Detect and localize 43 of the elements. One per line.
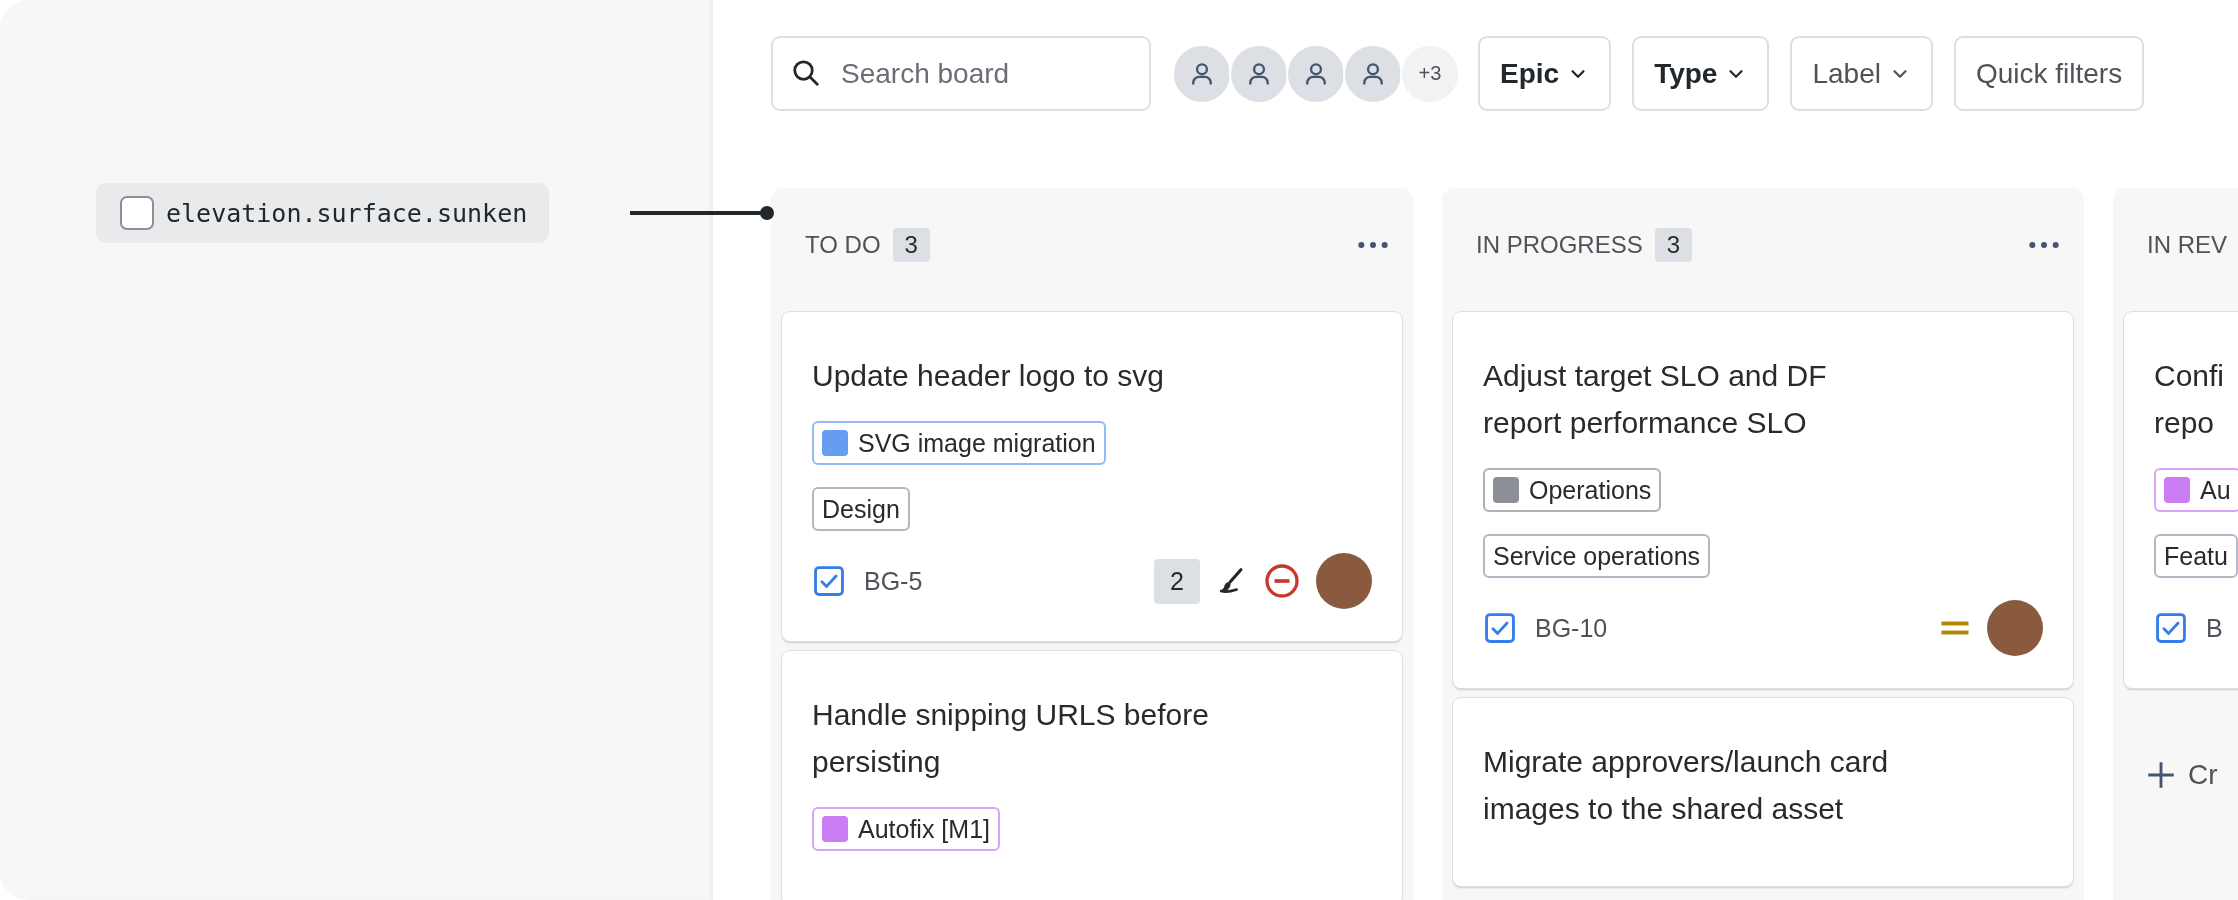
card-title: Confi repo <box>2154 358 2226 441</box>
token-name: elevation.surface.sunken <box>166 198 528 228</box>
story-points: 2 <box>1154 558 1200 604</box>
label-tag: Service operations <box>1483 534 1711 578</box>
column-title: IN REV <box>2147 231 2227 259</box>
filter-button[interactable]: Quick filters <box>1953 36 2145 111</box>
avatar-photo-placeholder[interactable] <box>1987 600 2043 656</box>
ellipsis-icon <box>2029 241 2059 249</box>
issue-card[interactable]: Confi repo Au Featu B <box>2124 312 2238 688</box>
issue-key[interactable]: BG-5 <box>864 566 923 596</box>
issue-key[interactable]: B <box>2206 613 2223 643</box>
card-title: Adjust target SLO and DF report performance SLO <box>1483 358 1828 441</box>
filter-button[interactable]: Label <box>1790 36 1933 111</box>
epic-tag: Au <box>2154 468 2238 512</box>
issue-key[interactable]: BG-10 <box>1535 613 1608 643</box>
issue-card[interactable]: Update header logo to svg SVG image migration Design BG-5 2 <box>782 312 1402 641</box>
issue-count: 3 <box>892 228 930 262</box>
label-tag: Design <box>812 487 910 531</box>
issue-card[interactable]: Migrate approvers/launch card images to the shared asset <box>1453 698 2073 886</box>
card-title: Migrate approvers/launch card images to the shared asset <box>1483 744 1890 827</box>
card-title: Handle snipping URLS before persisting <box>812 697 1210 780</box>
filter-button[interactable]: Epic <box>1478 36 1612 111</box>
avatar-photo-placeholder[interactable] <box>1316 553 1372 609</box>
label-tag: Featu <box>2154 534 2238 578</box>
issue-card[interactable]: Handle snipping URLS before persisting Autofix [M1] <box>782 651 1402 900</box>
issue-count: 3 <box>1654 228 1693 262</box>
checkbox-icon <box>812 564 846 598</box>
ellipsis-icon <box>1358 241 1388 249</box>
filter-button[interactable]: Type <box>1632 36 1770 111</box>
issue-card[interactable]: Adjust target SLO and DF report performance SLO Operations Service operations BG-10 <box>1453 312 2073 688</box>
create-button[interactable]: Cr <box>2124 698 2238 852</box>
checkbox-icon <box>2154 611 2188 645</box>
column-title: TO DO <box>805 231 881 259</box>
column-title: IN PROGRESS <box>1476 231 1643 259</box>
search-field[interactable]: Search board <box>771 36 1151 111</box>
epic-tag: Autofix [M1] <box>812 807 1000 851</box>
swatch-icon <box>120 196 154 230</box>
checkbox-icon <box>1483 611 1517 645</box>
epic-tag: SVG image migration <box>812 421 1106 465</box>
minus-circle-icon <box>1262 561 1302 601</box>
more-users-button[interactable]: +3 <box>1400 43 1460 104</box>
epic-tag: Operations <box>1483 468 1662 512</box>
card-title: Update header logo to svg <box>812 358 1165 394</box>
